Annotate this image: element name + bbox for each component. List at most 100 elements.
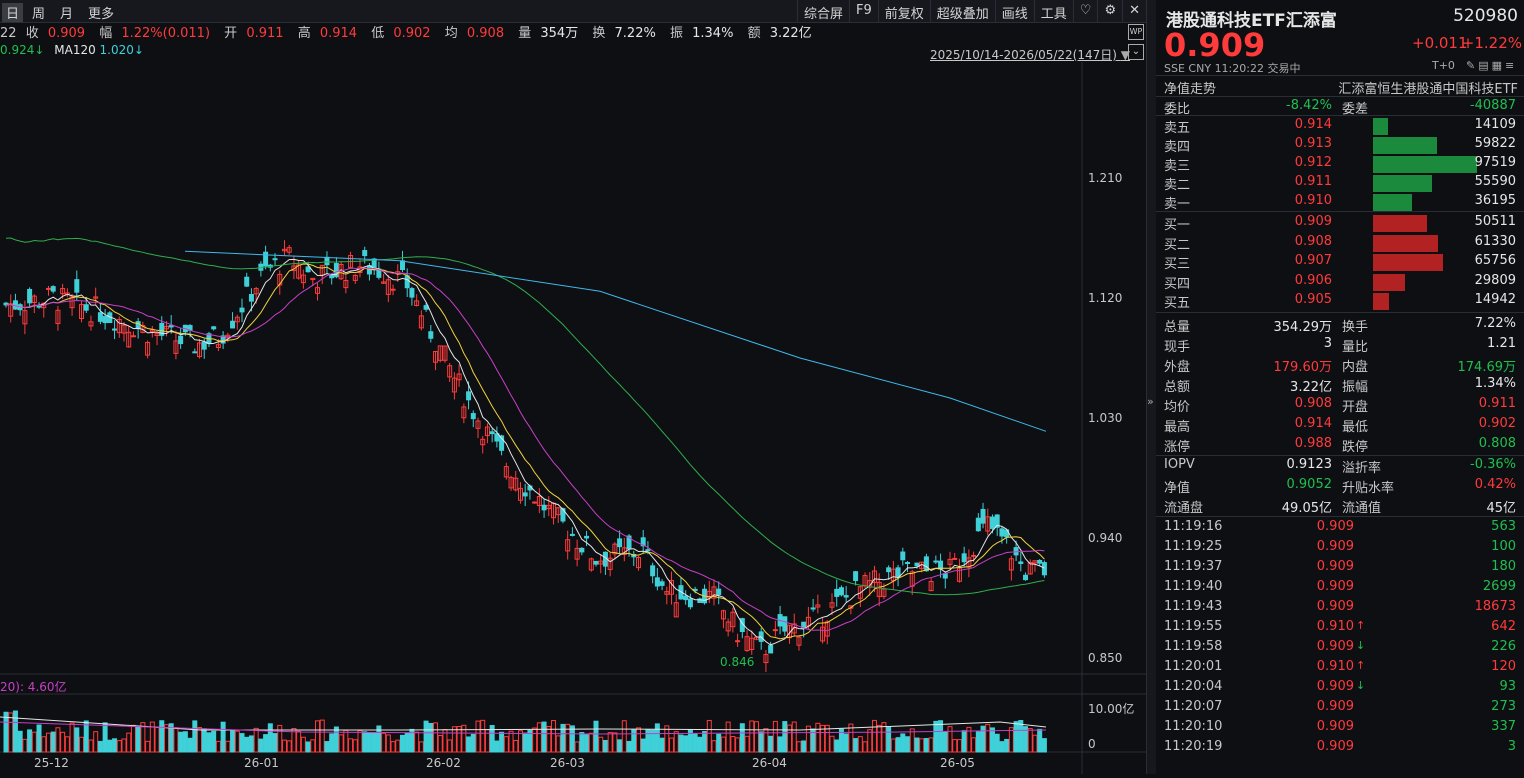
close-icon[interactable]: ✕: [1122, 0, 1146, 22]
candle-body: [853, 571, 859, 581]
volume-bar: [121, 738, 127, 753]
candle-body: [178, 335, 184, 345]
ask-level[interactable]: 卖三 0.912 97519: [1164, 155, 1520, 175]
forward-adjust-button[interactable]: 前复权: [877, 0, 930, 22]
grid-icon[interactable]: ▦: [1492, 59, 1505, 72]
period-month-button[interactable]: 月: [60, 3, 73, 22]
draw-line-button[interactable]: 画线: [994, 0, 1034, 22]
f9-button[interactable]: F9: [848, 0, 878, 22]
ask-level[interactable]: 卖四 0.913 59822: [1164, 136, 1520, 156]
kline-svg[interactable]: [0, 62, 1146, 774]
volume-bar: [829, 735, 835, 753]
candle-body: [735, 640, 741, 643]
volume-bar: [706, 719, 712, 753]
volume-bar: [447, 739, 453, 753]
currency: CNY: [1188, 62, 1212, 75]
tools-button[interactable]: 工具: [1033, 0, 1073, 22]
open-info: 开 0.911: [224, 26, 288, 41]
ask-volume-bar: [1373, 194, 1412, 211]
ask-volume-bar: [1373, 175, 1432, 192]
volume-bar: [234, 730, 240, 753]
volume-bar: [919, 738, 925, 753]
volume-bar: [451, 726, 457, 753]
super-overlay-button[interactable]: 超级叠加: [929, 0, 995, 22]
kline-chart[interactable]: [0, 62, 1146, 774]
candle-body: [989, 516, 995, 529]
tick-time: 11:20:01: [1164, 659, 1223, 674]
candle-body: [895, 567, 901, 577]
candle-body: [428, 331, 434, 339]
ask-level[interactable]: 卖一 0.910 36195: [1164, 193, 1520, 213]
ask-label: 卖二: [1164, 178, 1191, 193]
volume-bar: [1037, 728, 1043, 753]
volume-bar: [187, 737, 193, 753]
volume-bar: [607, 732, 613, 753]
stat-label: 流通盘: [1164, 501, 1204, 516]
stat-value: 1.34%: [1474, 376, 1516, 391]
tick-volume: 93: [1499, 679, 1516, 694]
candle-body: [843, 595, 849, 598]
volume-bar: [1013, 721, 1019, 753]
double-chevron-right-icon[interactable]: »: [1147, 395, 1154, 408]
bid-level[interactable]: 买二 0.908 61330: [1164, 234, 1520, 254]
volume-bar: [12, 710, 18, 753]
volume-bar: [985, 723, 991, 753]
chevron-down-icon[interactable]: ⌄: [1128, 44, 1144, 60]
volume-bar: [617, 739, 623, 753]
candle-body: [1041, 562, 1047, 576]
ask-level[interactable]: 卖五 0.914 14109: [1164, 117, 1520, 137]
volume-bar: [999, 741, 1005, 753]
avg-value: 0.908: [466, 26, 505, 41]
close-info: 收 0.909: [26, 26, 90, 41]
ask-price: 0.912: [1294, 155, 1332, 170]
bid-level[interactable]: 买四 0.906 29809: [1164, 273, 1520, 293]
volume-bar: [315, 720, 321, 753]
volume-bar: [853, 738, 859, 753]
heart-icon[interactable]: ♡: [1072, 0, 1098, 22]
volume-bar: [499, 731, 505, 753]
volume-bar: [333, 726, 339, 753]
list-icon[interactable]: ≡: [1505, 59, 1517, 72]
volume-bar: [768, 735, 774, 753]
y-label: 0.940: [1088, 531, 1123, 545]
wp-icon[interactable]: WP: [1128, 24, 1144, 40]
settings-icon[interactable]: ⚙: [1097, 0, 1122, 22]
volume-bar: [31, 731, 37, 753]
stat-label: 流通值: [1342, 501, 1382, 516]
stat-row: IOPV 0.9123 溢折率 -0.36%: [1164, 457, 1520, 477]
date-range[interactable]: 2025/10/14-2026/05/22(147日) ▼: [930, 46, 1130, 63]
nav-trend-link[interactable]: 净值走势: [1164, 78, 1216, 97]
period-day-button[interactable]: 日: [2, 3, 24, 22]
ask-label: 卖四: [1164, 140, 1191, 155]
ask-volume: 59822: [1474, 136, 1516, 151]
period-week-button[interactable]: 周: [32, 3, 45, 22]
bid-level[interactable]: 买三 0.907 65756: [1164, 253, 1520, 273]
more-periods-button[interactable]: 更多: [88, 3, 114, 22]
volume-bar: [272, 733, 278, 753]
volume-bar: [258, 738, 264, 753]
bid-volume-bar: [1373, 293, 1389, 310]
volume-bar: [36, 724, 42, 753]
candle-body: [942, 573, 948, 579]
volume-bar: [159, 720, 165, 753]
stat-value: 3.22亿: [1290, 380, 1332, 395]
tick-time: 11:19:25: [1164, 539, 1223, 554]
amount-value: 3.22亿: [769, 26, 812, 41]
ask-level[interactable]: 卖二 0.911 55590: [1164, 174, 1520, 194]
price-change: +0.011: [1412, 34, 1468, 52]
bid-price: 0.907: [1294, 253, 1332, 268]
volume-bar: [300, 736, 306, 753]
stat-label: 振幅: [1342, 380, 1369, 395]
pencil-icon[interactable]: ✎: [1466, 59, 1478, 72]
volume-bar: [508, 730, 514, 753]
volume-bar: [749, 720, 755, 753]
bid-level[interactable]: 买一 0.909 50511: [1164, 214, 1520, 234]
volume-bar: [621, 720, 627, 753]
bid-level[interactable]: 买五 0.905 14942: [1164, 292, 1520, 312]
volume-bar: [772, 720, 778, 753]
composite-screen-button[interactable]: 综合屏: [796, 0, 849, 22]
volume-bar: [900, 733, 906, 753]
chart-icon[interactable]: ▤: [1478, 59, 1491, 72]
candle-body: [112, 328, 118, 331]
volume-bar: [862, 741, 868, 753]
